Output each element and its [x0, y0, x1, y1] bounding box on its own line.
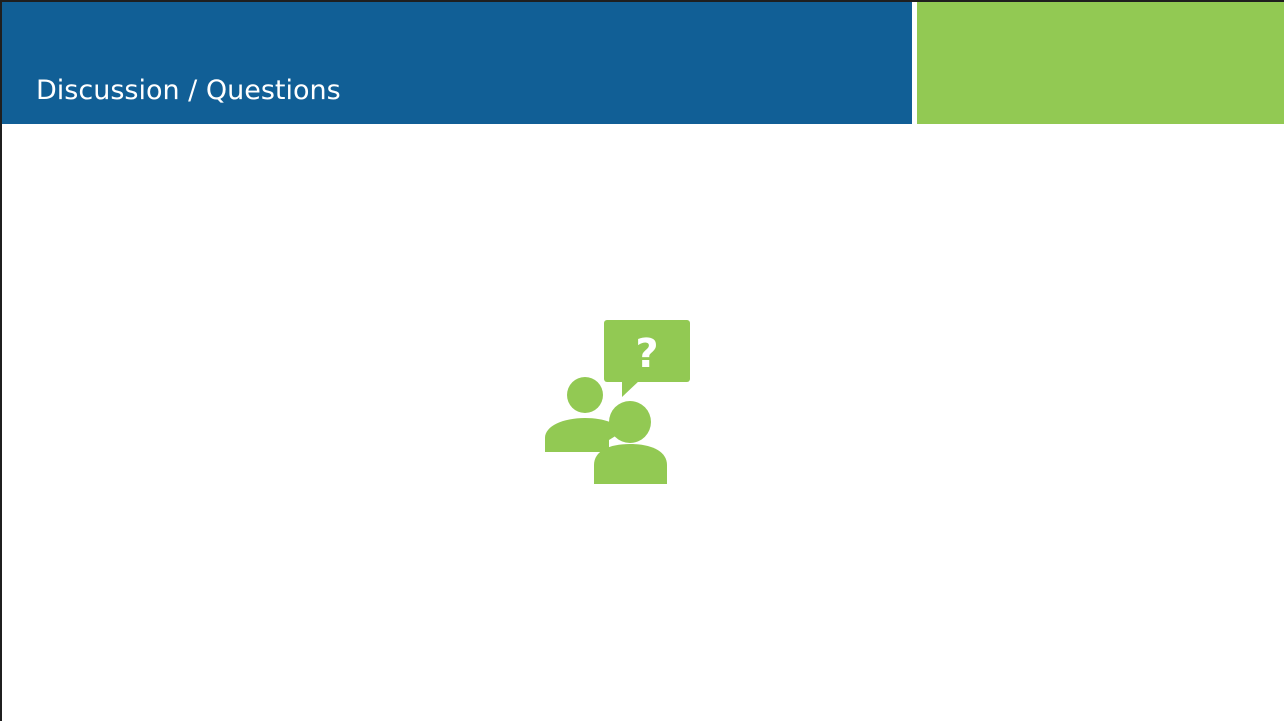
speech-bubble-tail [622, 380, 640, 397]
slide: Discussion / Questions ? [0, 0, 1284, 721]
question-mark: ? [635, 331, 658, 377]
person-back-head [567, 377, 603, 413]
person-front-head [609, 401, 651, 443]
discussion-question-icon: ? [545, 320, 690, 484]
person-front-body [594, 444, 667, 484]
slide-title: Discussion / Questions [36, 75, 341, 106]
accent-block [917, 2, 1284, 124]
